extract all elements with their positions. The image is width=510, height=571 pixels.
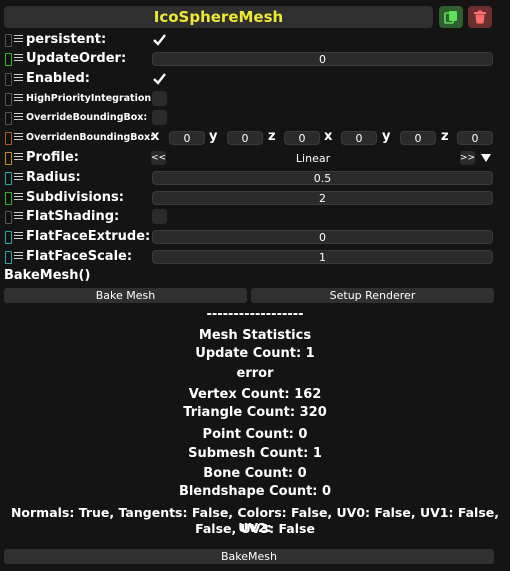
copy-icon: [444, 11, 457, 24]
field-label: Subdivisions:: [26, 190, 124, 205]
update-order-input[interactable]: 0: [152, 52, 493, 66]
drag-handle[interactable]: [5, 251, 12, 264]
update-count: Update Count: 1: [195, 346, 315, 361]
submesh-count: Submesh Count: 1: [188, 446, 322, 461]
drag-handle[interactable]: [5, 172, 12, 185]
field-label: persistent:: [26, 32, 107, 47]
profile-prev-button[interactable]: <<: [151, 151, 166, 165]
delete-button[interactable]: [468, 6, 492, 28]
field-flat-shading: FlatShading:: [0, 209, 510, 225]
menu-icon[interactable]: [14, 54, 23, 63]
trash-icon: [474, 10, 486, 24]
field-label: OverridenBoundingBox:: [26, 132, 154, 143]
radius-input[interactable]: 0.5: [152, 171, 493, 185]
subdivisions-input[interactable]: 2: [152, 191, 493, 205]
field-enabled: Enabled:: [0, 71, 510, 87]
blendshape-count: Blendshape Count: 0: [178, 484, 332, 499]
drag-handle[interactable]: [5, 93, 12, 106]
inspector-panel: IcoSphereMesh persistent: UpdateOrder: 0…: [0, 0, 510, 571]
setup-renderer-button[interactable]: Setup Renderer: [251, 288, 494, 303]
menu-icon[interactable]: [14, 74, 23, 83]
check-icon: [153, 73, 166, 85]
field-high-priority: HighPriorityIntegration:: [0, 91, 510, 107]
menu-icon[interactable]: [14, 173, 23, 182]
menu-icon[interactable]: [14, 35, 23, 44]
menu-icon[interactable]: [14, 94, 23, 103]
profile-dropdown-button[interactable]: [478, 151, 493, 165]
field-overriden-bbox: OverridenBoundingBox: x 0 y 0 z 0 x 0 y …: [0, 129, 510, 146]
drag-handle[interactable]: [5, 152, 12, 165]
bake-method-label: BakeMesh(): [4, 268, 91, 283]
chevron-down-icon: [480, 154, 491, 162]
field-label: Radius:: [26, 170, 81, 185]
drag-handle[interactable]: [5, 231, 12, 244]
field-label: UpdateOrder:: [26, 51, 127, 66]
menu-icon[interactable]: [14, 193, 23, 202]
max-x-label: x: [324, 129, 333, 144]
min-x-input[interactable]: 0: [169, 131, 205, 145]
check-icon: [153, 34, 166, 46]
point-count: Point Count: 0: [202, 427, 308, 442]
enabled-checkbox[interactable]: [152, 71, 167, 86]
menu-icon[interactable]: [14, 113, 23, 122]
component-title[interactable]: IcoSphereMesh: [4, 6, 433, 28]
bone-count: Bone Count: 0: [203, 466, 307, 481]
flat-face-scale-input[interactable]: 1: [152, 250, 493, 264]
persistent-checkbox[interactable]: [152, 32, 167, 47]
duplicate-button[interactable]: [439, 6, 463, 28]
max-y-label: y: [382, 129, 391, 144]
menu-icon[interactable]: [14, 212, 23, 221]
vertex-count: Vertex Count: 162: [188, 387, 322, 402]
menu-icon[interactable]: [14, 133, 23, 142]
bake-mesh-button[interactable]: Bake Mesh: [4, 288, 247, 303]
field-radius: Radius: 0.5: [0, 170, 510, 186]
field-label: FlatFaceExtrude:: [26, 229, 151, 244]
profile-value[interactable]: Linear: [170, 151, 456, 165]
field-update-order: UpdateOrder: 0: [0, 51, 510, 67]
field-subdivisions: Subdivisions: 2: [0, 190, 510, 206]
field-persistent: persistent:: [0, 32, 510, 48]
field-label: OverrideBoundingBox:: [26, 112, 148, 123]
min-x-label: x: [151, 129, 160, 144]
min-z-label: z: [268, 129, 276, 144]
min-y-input[interactable]: 0: [227, 131, 263, 145]
drag-handle[interactable]: [5, 132, 12, 145]
max-x-input[interactable]: 0: [341, 131, 377, 145]
drag-handle[interactable]: [5, 73, 12, 86]
drag-handle[interactable]: [5, 34, 12, 47]
field-label: HighPriorityIntegration:: [26, 93, 155, 104]
override-bbox-checkbox[interactable]: [152, 110, 167, 125]
max-z-input[interactable]: 0: [457, 131, 493, 145]
drag-handle[interactable]: [5, 192, 12, 205]
stats-separator: ------------------: [206, 307, 304, 322]
field-flat-face-scale: FlatFaceScale: 1: [0, 249, 510, 265]
min-z-input[interactable]: 0: [284, 131, 320, 145]
high-priority-checkbox[interactable]: [152, 91, 167, 106]
menu-icon[interactable]: [14, 252, 23, 261]
min-y-label: y: [209, 129, 218, 144]
menu-icon[interactable]: [14, 153, 23, 162]
flat-face-extrude-input[interactable]: 0: [152, 230, 493, 244]
bake-mesh-bottom-button[interactable]: BakeMesh: [4, 549, 494, 564]
max-z-label: z: [441, 129, 449, 144]
field-label: FlatFaceScale:: [26, 249, 133, 264]
max-y-input[interactable]: 0: [400, 131, 436, 145]
field-profile: Profile: << Linear >>: [0, 150, 510, 166]
error-text: error: [236, 366, 274, 381]
triangle-count: Triangle Count: 320: [183, 405, 327, 420]
field-label: FlatShading:: [26, 209, 120, 224]
profile-next-button[interactable]: >>: [460, 151, 475, 165]
flat-shading-checkbox[interactable]: [152, 209, 167, 224]
field-label: Profile:: [26, 150, 79, 165]
field-override-bbox: OverrideBoundingBox:: [0, 110, 510, 126]
stats-heading: Mesh Statistics: [198, 328, 312, 343]
field-flat-face-extrude: FlatFaceExtrude: 0: [0, 229, 510, 245]
drag-handle[interactable]: [5, 211, 12, 224]
drag-handle[interactable]: [5, 53, 12, 66]
field-label: Enabled:: [26, 71, 90, 86]
drag-handle[interactable]: [5, 112, 12, 125]
attributes-line-2: False, UV3: False: [195, 521, 315, 536]
menu-icon[interactable]: [14, 232, 23, 241]
